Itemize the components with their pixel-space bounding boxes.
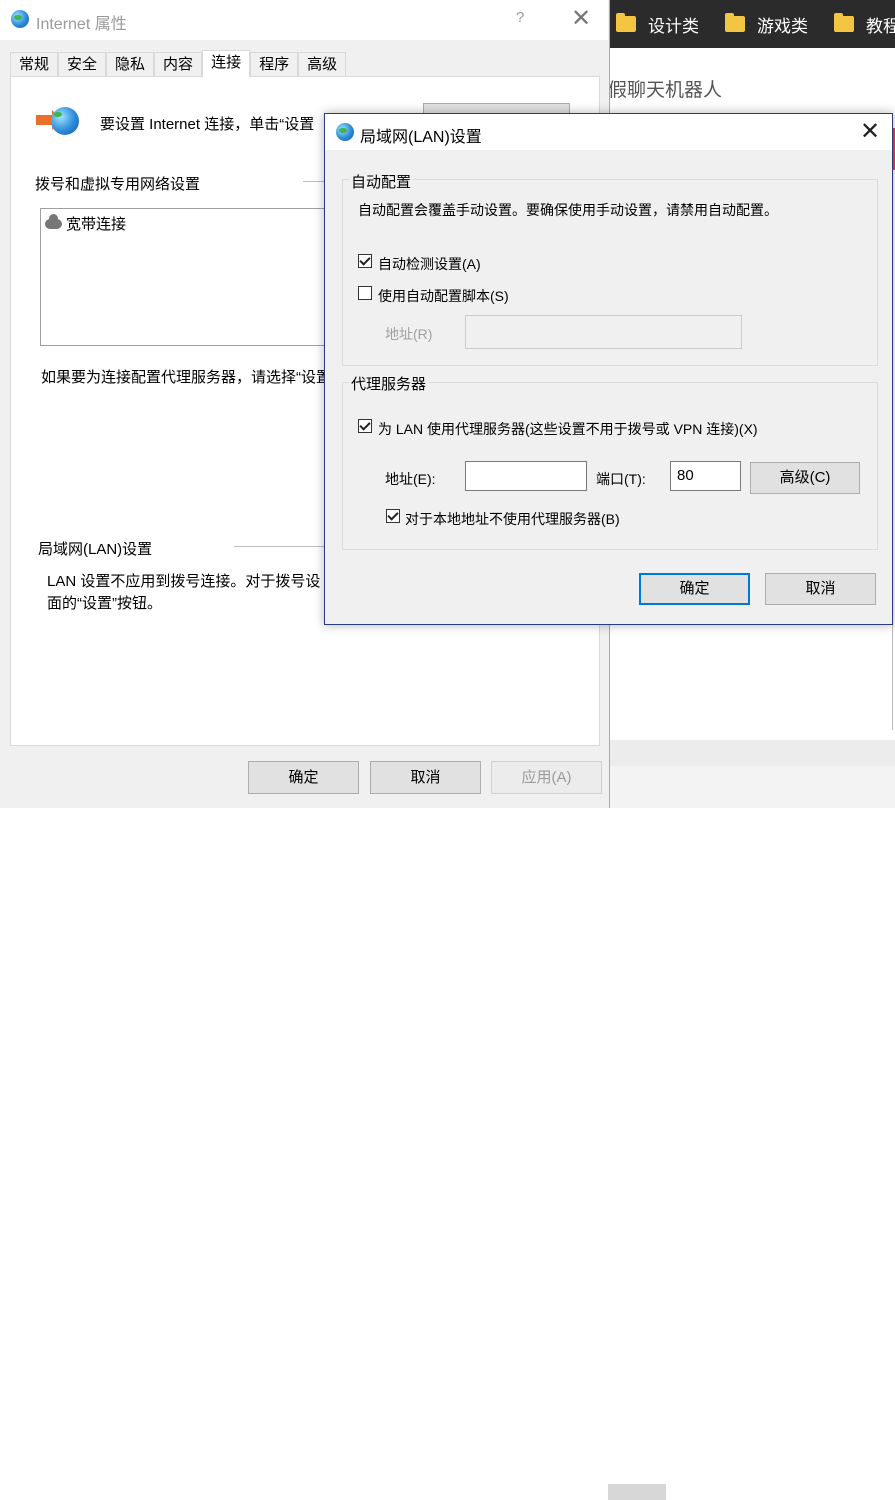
page-title: 假聊天机器人 xyxy=(608,80,723,101)
auto-detect-checkbox[interactable] xyxy=(358,254,372,268)
section-divider xyxy=(303,181,325,182)
folder-icon xyxy=(616,13,636,32)
lan-hint-line2: 面的“设置”按钮。 xyxy=(47,595,162,612)
folder-icon xyxy=(725,13,745,32)
script-address-field[interactable] xyxy=(465,315,742,349)
broadband-icon xyxy=(45,213,62,229)
cancel-button[interactable]: 取消 xyxy=(370,761,481,794)
globe-icon xyxy=(11,10,29,28)
tab-strip: 常规 安全 隐私 内容 连接 程序 高级 xyxy=(10,50,347,77)
auto-config-description: 自动配置会覆盖手动设置。要确保使用手动设置，请禁用自动配置。 xyxy=(358,202,778,218)
globe-icon xyxy=(336,123,354,141)
list-item[interactable]: 宽带连接 xyxy=(45,213,126,234)
proxy-address-field[interactable] xyxy=(465,461,587,491)
close-button[interactable]: ✕ xyxy=(571,4,591,33)
tab-general[interactable]: 常规 xyxy=(10,52,59,76)
proxy-address-label: 地址(E): xyxy=(385,471,436,487)
bypass-local-label[interactable]: 对于本地地址不使用代理服务器(B) xyxy=(405,509,620,529)
page-header: 假聊天机器人 xyxy=(608,62,895,170)
window-title: Internet 属性 xyxy=(36,16,127,33)
auto-script-label[interactable]: 使用自动配置脚本(S) xyxy=(378,286,509,306)
lan-settings-dialog: 局域网(LAN)设置 ✕ 自动配置 自动配置会覆盖手动设置。要确保使用手动设置，… xyxy=(324,113,893,625)
internet-setup-icon xyxy=(36,107,79,137)
folder-icon xyxy=(834,13,854,32)
bookmark-games[interactable]: 游戏类 xyxy=(725,13,808,36)
tab-privacy[interactable]: 隐私 xyxy=(106,52,155,76)
port-field[interactable]: 80 xyxy=(670,461,741,491)
proxy-hint: 如果要为连接配置代理服务器，请选择“设置 xyxy=(41,369,331,386)
close-button[interactable]: ✕ xyxy=(860,117,880,146)
title-bar[interactable]: Internet 属性 ? ✕ xyxy=(0,0,608,40)
port-label: 端口(T): xyxy=(596,471,646,487)
ok-button[interactable]: 确定 xyxy=(639,573,750,605)
auto-detect-label[interactable]: 自动检测设置(A) xyxy=(378,254,481,274)
script-address-label: 地址(R) xyxy=(385,326,433,342)
tab-security[interactable]: 安全 xyxy=(58,52,107,76)
help-button[interactable]: ? xyxy=(516,9,524,26)
dialup-section-label: 拨号和虚拟专用网络设置 xyxy=(35,176,201,193)
bookmark-design[interactable]: 设计类 xyxy=(616,13,699,36)
ok-button[interactable]: 确定 xyxy=(248,761,359,794)
bookmark-label: 教程 xyxy=(866,16,895,36)
cancel-button[interactable]: 取消 xyxy=(765,573,876,605)
tab-advanced[interactable]: 高级 xyxy=(298,52,347,76)
apply-button[interactable]: 应用(A) xyxy=(491,761,602,794)
bypass-local-checkbox[interactable] xyxy=(386,509,400,523)
dialog-title: 局域网(LAN)设置 xyxy=(360,129,482,146)
bookmarks-bar: 设计类 游戏类 教程 xyxy=(608,0,895,48)
tab-programs[interactable]: 程序 xyxy=(250,52,299,76)
tab-connections[interactable]: 连接 xyxy=(202,50,251,77)
dialog-title-bar[interactable]: 局域网(LAN)设置 ✕ xyxy=(325,114,892,150)
advanced-button[interactable]: 高级(C) xyxy=(750,462,860,494)
proxy-server-title: 代理服务器 xyxy=(349,373,429,394)
use-proxy-label[interactable]: 为 LAN 使用代理服务器(这些设置不用于拨号或 VPN 连接)(X) xyxy=(378,419,758,439)
bookmark-label: 游戏类 xyxy=(757,16,808,36)
bookmark-label: 设计类 xyxy=(648,16,699,36)
auto-script-checkbox[interactable] xyxy=(358,286,372,300)
lan-section-label: 局域网(LAN)设置 xyxy=(38,541,153,558)
section-divider xyxy=(234,546,325,547)
connection-name: 宽带连接 xyxy=(66,216,127,233)
horizontal-scrollbar[interactable] xyxy=(608,1484,666,1500)
auto-config-title: 自动配置 xyxy=(349,171,414,192)
footer-area xyxy=(608,766,895,808)
tab-content[interactable]: 内容 xyxy=(154,52,203,76)
bookmark-tutorials[interactable]: 教程 xyxy=(834,13,895,36)
globe-icon xyxy=(51,107,79,135)
lan-hint-line1: LAN 设置不应用到拨号连接。对于拨号设 xyxy=(47,573,321,590)
footer-bar xyxy=(608,740,895,1500)
connection-list[interactable]: 宽带连接 xyxy=(40,208,340,346)
use-proxy-checkbox[interactable] xyxy=(358,419,372,433)
setup-instruction: 要设置 Internet 连接，单击“设置 xyxy=(100,116,315,133)
